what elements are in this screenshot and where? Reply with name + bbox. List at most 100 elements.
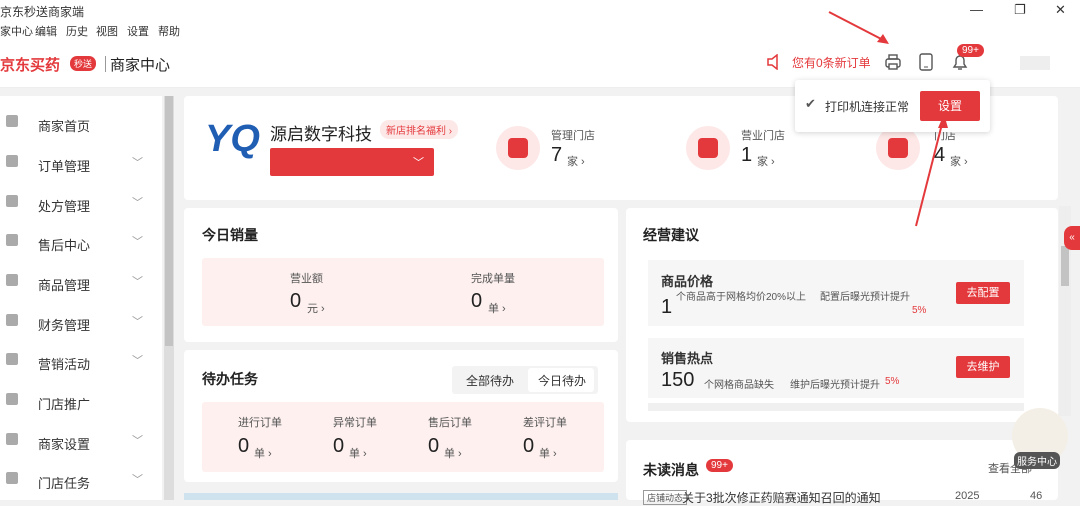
sidebar-item-prescriptions[interactable]: 处方管理 ﹀ xyxy=(0,184,162,222)
stat-value[interactable]: 7 xyxy=(551,144,562,167)
new-order-alert[interactable]: 您有0条新订单 xyxy=(792,54,871,71)
scrollbar-thumb[interactable] xyxy=(165,96,173,346)
products-icon xyxy=(6,274,18,286)
store-name: 源启数字科技 xyxy=(270,125,372,144)
sidebar-item-label: 商家首页 xyxy=(38,119,91,134)
sidebar-item-label: 营销活动 xyxy=(38,357,91,372)
sidebar-scrollbar[interactable] xyxy=(164,96,174,500)
next-panel-edge xyxy=(184,493,618,500)
message-tag: 店铺动态 xyxy=(643,490,688,505)
brand-logo[interactable]: 京东买药 xyxy=(0,54,60,75)
sidebar-item-label: 订单管理 xyxy=(38,159,91,174)
advice-card-note: 配置后曝光预计提升 xyxy=(820,292,910,303)
sidebar-item-aftersales[interactable]: 售后中心 ﹀ xyxy=(0,223,162,261)
metric-unit[interactable]: 单 › xyxy=(349,445,367,461)
configure-button[interactable]: 去配置 xyxy=(956,282,1010,304)
menu-help[interactable]: 帮助 xyxy=(158,23,180,39)
sidebar-item-label: 处方管理 xyxy=(38,199,91,214)
sidebar-item-products[interactable]: 商品管理 ﹀ xyxy=(0,263,162,301)
speaker-icon xyxy=(767,54,778,70)
stat-unit[interactable]: 家 › xyxy=(950,153,968,169)
menu-settings[interactable]: 设置 xyxy=(127,23,149,39)
metric-value[interactable]: 0 xyxy=(523,435,534,458)
check-icon: ✔ xyxy=(805,96,816,111)
finance-icon xyxy=(6,314,18,326)
metric-label: 异常订单 xyxy=(333,417,377,429)
sidebar-item-home[interactable]: 商家首页 xyxy=(0,104,162,142)
metric-value[interactable]: 0 xyxy=(290,290,301,313)
maintain-button[interactable]: 去维护 xyxy=(956,356,1010,378)
avatar[interactable] xyxy=(1020,56,1050,70)
metric-label: 营业额 xyxy=(290,273,323,285)
marketing-icon xyxy=(6,353,18,365)
annotation-arrow-icon xyxy=(915,114,948,227)
sidebar-item-settings[interactable]: 商家设置 ﹀ xyxy=(0,422,162,460)
section-title: 未读消息 xyxy=(643,462,699,478)
advice-hscrollbar[interactable] xyxy=(648,403,1024,411)
sidebar-item-promotion[interactable]: 门店推广 xyxy=(0,382,162,420)
close-button[interactable]: ✕ xyxy=(1055,2,1066,18)
tablet-icon[interactable] xyxy=(916,52,936,72)
metric-unit[interactable]: 单 › xyxy=(444,445,462,461)
stat-value[interactable]: 1 xyxy=(741,144,752,167)
orders-icon xyxy=(6,155,18,167)
menu-edit[interactable]: 编辑 xyxy=(35,23,57,39)
metric-label: 进行订单 xyxy=(238,417,282,429)
message-title[interactable]: 关于3批次修正药赔赛通知召回的通知 xyxy=(682,489,881,506)
metric-value[interactable]: 0 xyxy=(428,435,439,458)
metric-unit[interactable]: 单 › xyxy=(254,445,272,461)
printer-icon[interactable] xyxy=(883,52,903,72)
tab-today-todo[interactable]: 今日待办 xyxy=(538,372,586,389)
maximize-button[interactable]: ❐ xyxy=(1014,2,1026,18)
todo-tabs: 全部待办 今日待办 xyxy=(452,366,598,394)
menu-home[interactable]: 家中心 xyxy=(0,23,33,39)
sidebar-item-tasks[interactable]: 门店任务 ﹀ xyxy=(0,461,162,499)
advice-card-desc: 个网格商品缺失 xyxy=(704,380,774,391)
menu-history[interactable]: 历史 xyxy=(66,23,88,39)
stat-label: 管理门店 xyxy=(551,130,595,142)
advice-card-desc: 个商品高于网格均价20%以上 xyxy=(676,292,807,303)
service-center-label[interactable]: 服务中心 xyxy=(1014,452,1060,469)
brand-badge: 秒送 xyxy=(70,56,97,71)
section-title: 今日销量 xyxy=(202,227,258,243)
chevron-down-icon: ﹀ xyxy=(132,276,143,288)
divider xyxy=(105,56,106,72)
metric-unit[interactable]: 单 › xyxy=(488,300,506,316)
section-title: 待办任务 xyxy=(202,371,258,387)
chevron-down-icon: ﹀ xyxy=(132,355,143,367)
stat-unit[interactable]: 家 › xyxy=(567,153,585,169)
metric-unit[interactable]: 单 › xyxy=(539,445,557,461)
menu-view[interactable]: 视图 xyxy=(96,23,118,39)
metric-unit[interactable]: 元 › xyxy=(307,300,325,316)
chevron-down-icon: ﹀ xyxy=(132,316,143,328)
sidebar-item-orders[interactable]: 订单管理 ﹀ xyxy=(0,144,162,182)
metric-value[interactable]: 0 xyxy=(471,290,482,313)
store-logo: YQ xyxy=(205,118,260,161)
notification-badge: 99+ xyxy=(957,44,984,57)
metric-value[interactable]: 0 xyxy=(238,435,249,458)
minimize-button[interactable]: — xyxy=(970,2,983,17)
title-bar: 京东秒送商家端 — ❐ ✕ xyxy=(0,0,1080,20)
sidebar-item-finance[interactable]: 财务管理 ﹀ xyxy=(0,303,162,341)
message-count: 46 xyxy=(1030,490,1043,502)
collapse-tab-icon[interactable]: « xyxy=(1064,226,1080,250)
printer-status-text: 打印机连接正常 xyxy=(825,100,910,114)
scrollbar-thumb[interactable] xyxy=(1061,246,1069,286)
sidebar-item-label: 售后中心 xyxy=(38,238,91,253)
advice-card-note: 维护后曝光预计提升 xyxy=(790,380,880,391)
megaphone-icon xyxy=(6,393,18,405)
metric-label: 完成单量 xyxy=(471,273,515,285)
today-metrics xyxy=(202,258,604,326)
new-store-badge[interactable]: 新店排名福利 › xyxy=(380,120,459,139)
aftersales-icon xyxy=(6,234,18,246)
sidebar-item-marketing[interactable]: 营销活动 ﹀ xyxy=(0,342,162,380)
metric-value[interactable]: 0 xyxy=(333,435,344,458)
menu-bar: 家中心 编辑 历史 视图 设置 帮助 xyxy=(0,20,1080,40)
advice-card-pct: 5% xyxy=(885,376,900,387)
tab-all-todo[interactable]: 全部待办 xyxy=(466,372,514,389)
advice-card-num: 150 xyxy=(661,369,695,391)
sidebar-item-label: 商品管理 xyxy=(38,278,91,293)
store-selector[interactable]: ﹀ xyxy=(270,148,434,176)
stat-unit[interactable]: 家 › xyxy=(757,153,775,169)
gear-icon xyxy=(6,433,18,445)
